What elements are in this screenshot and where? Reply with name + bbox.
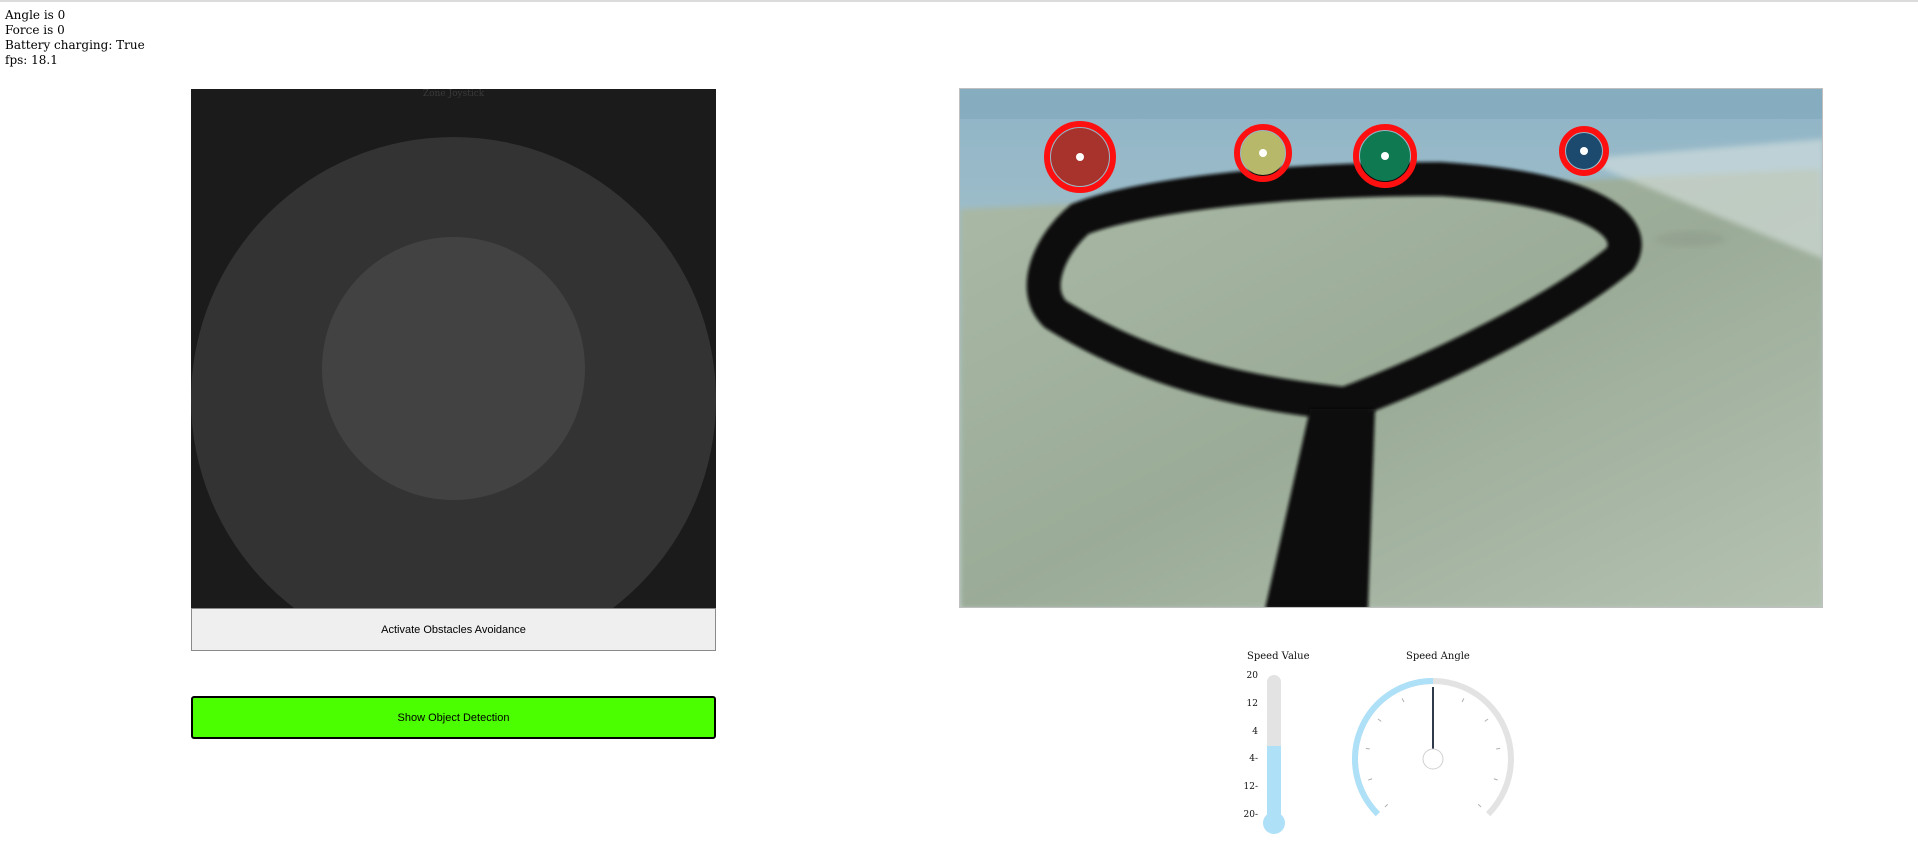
floor-shadow xyxy=(1655,231,1725,247)
red-ball-center-marker xyxy=(1076,153,1084,161)
dial-hub xyxy=(1422,748,1444,770)
thermometer-fill xyxy=(1267,746,1281,817)
dial-tick xyxy=(1461,698,1465,703)
status-panel: Angle is 0 Force is 0 Battery charging: … xyxy=(5,8,145,68)
dial-tick xyxy=(1477,803,1482,808)
dial-tick xyxy=(1377,718,1382,722)
activate-obstacles-avoidance-button[interactable]: Activate Obstacles Avoidance xyxy=(191,608,716,651)
red-ball xyxy=(1044,121,1116,193)
speed-value-title: Speed Value xyxy=(1247,651,1310,662)
battery-readout: Battery charging: True xyxy=(5,38,145,52)
blue-ball-center-marker xyxy=(1580,147,1588,155)
show-object-detection-button[interactable]: Show Object Detection xyxy=(191,696,716,739)
speed-angle-title: Speed Angle xyxy=(1406,651,1470,662)
joystick-zone-label: Zone Joystick xyxy=(422,89,485,99)
speed-tick-neg12: 12- xyxy=(1243,782,1259,792)
speed-tick-neg20: 20- xyxy=(1243,810,1259,820)
speed-tick-4: 4 xyxy=(1252,727,1258,737)
speed-angle-gauge xyxy=(1352,678,1514,817)
dial-tick xyxy=(1368,778,1373,781)
green-ball xyxy=(1353,124,1417,188)
wall-top-shade xyxy=(960,89,1822,119)
activate-obstacles-avoidance-label: Activate Obstacles Avoidance xyxy=(381,623,526,636)
speed-tick-20: 20 xyxy=(1246,671,1258,681)
top-divider xyxy=(0,0,1918,2)
speed-tick-12: 12 xyxy=(1246,699,1258,709)
angle-readout: Angle is 0 xyxy=(5,8,66,22)
camera-feed xyxy=(959,88,1823,608)
dial-tick xyxy=(1365,747,1370,750)
joystick-zone[interactable]: Zone Joystick xyxy=(191,89,716,609)
speed-tick-neg4: 4- xyxy=(1249,754,1258,764)
yellow-ball-center-marker xyxy=(1259,149,1267,157)
green-ball-center-marker xyxy=(1381,152,1389,160)
dial-tick xyxy=(1401,698,1405,703)
dial-tick xyxy=(1384,803,1389,808)
force-readout: Force is 0 xyxy=(5,23,65,37)
show-object-detection-label: Show Object Detection xyxy=(397,711,510,724)
camera-image xyxy=(960,89,1822,607)
thermometer-bulb xyxy=(1263,812,1285,834)
dial-tick xyxy=(1484,718,1489,722)
fps-readout: fps: 18.1 xyxy=(5,53,58,67)
joystick-knob[interactable] xyxy=(322,237,585,500)
dial-arc xyxy=(1352,678,1434,817)
yellow-ball xyxy=(1234,124,1292,182)
dial-tick xyxy=(1493,778,1498,781)
blue-ball xyxy=(1559,126,1609,176)
dial-tick xyxy=(1496,747,1501,750)
